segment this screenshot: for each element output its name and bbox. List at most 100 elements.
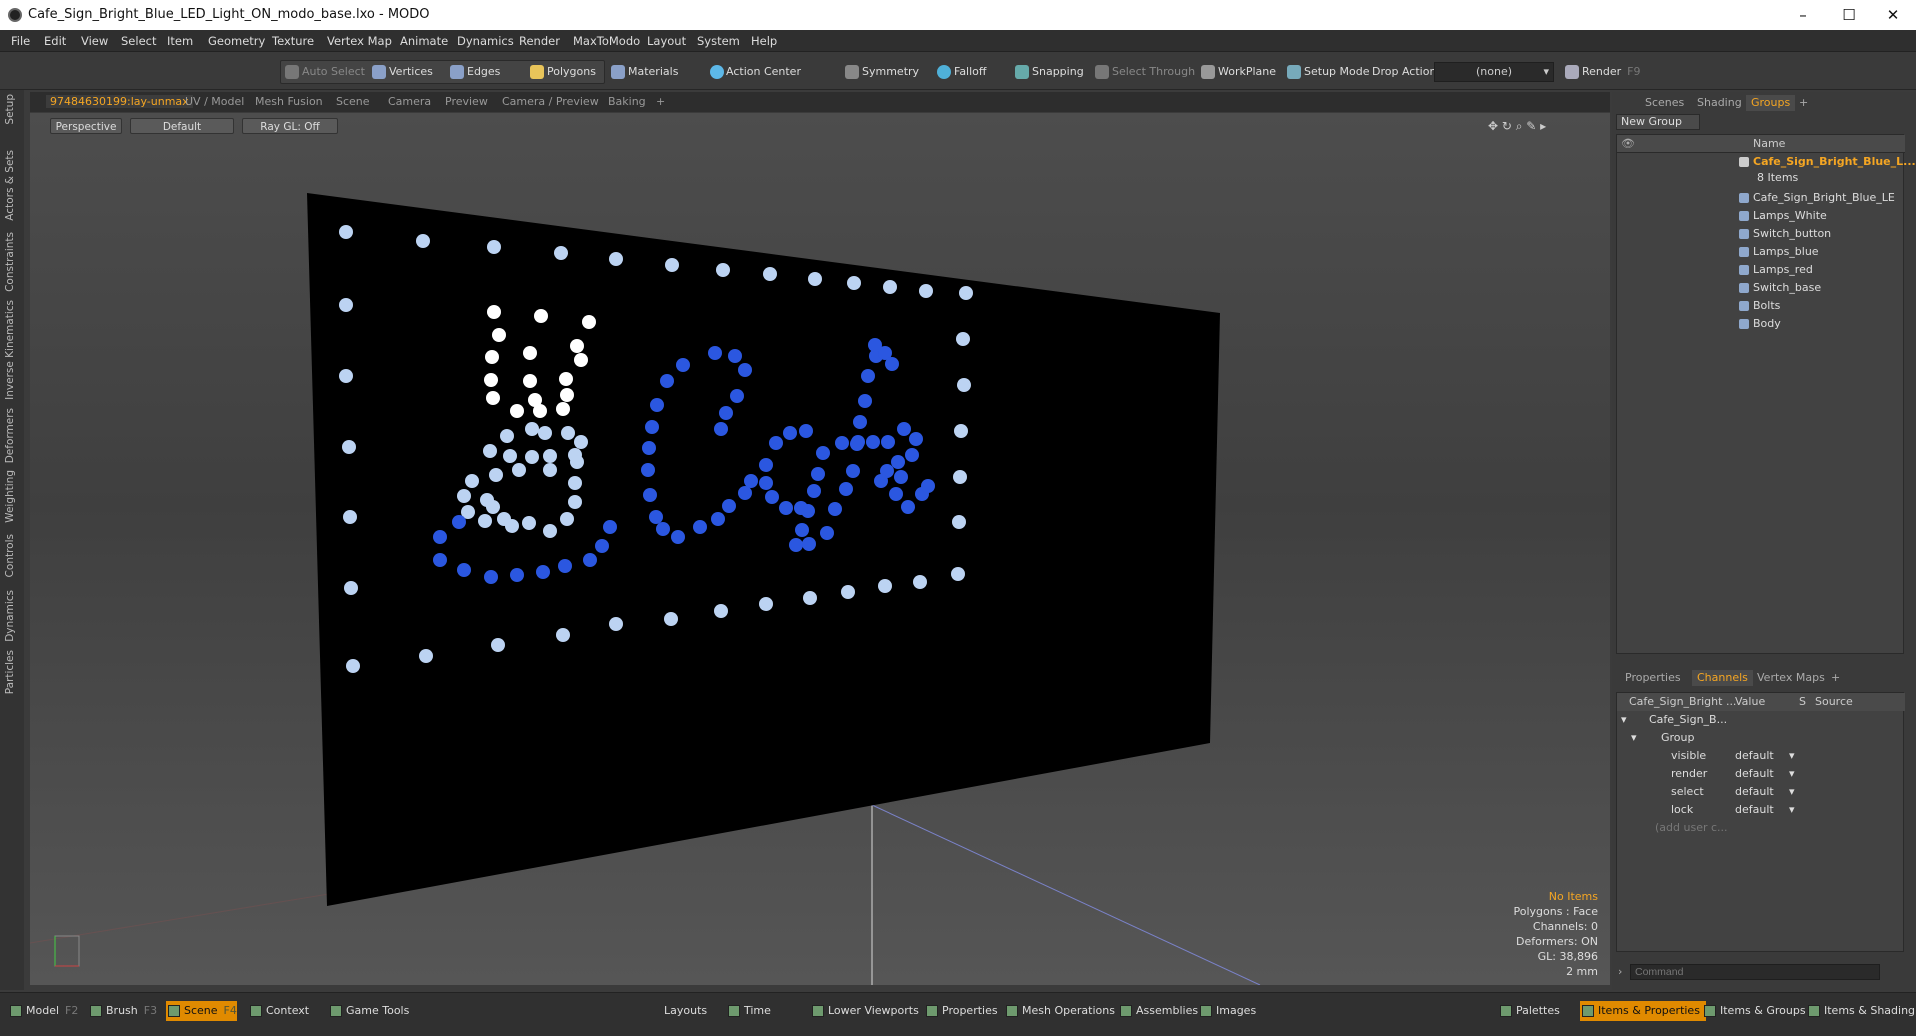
menu-animate[interactable]: Animate [400, 34, 448, 48]
tab-vertex-maps[interactable]: Vertex Maps [1752, 670, 1830, 686]
tab-scene[interactable]: Scene [336, 95, 370, 108]
expand-icon[interactable]: ▾ [1621, 711, 1627, 729]
auto-select-button[interactable]: Auto Select [282, 62, 365, 82]
layout-brush-button[interactable]: Brush F3 [88, 1001, 157, 1021]
items-groups-button[interactable]: Items & Groups [1702, 1001, 1806, 1021]
channel-group-row[interactable]: ▾ Group [1617, 729, 1905, 747]
chevron-down-icon[interactable]: ▾ [1789, 783, 1795, 801]
tab-properties[interactable]: Properties [1620, 670, 1686, 686]
tab-dynamics[interactable]: Dynamics [4, 590, 16, 642]
tab-groups[interactable]: Groups [1746, 95, 1796, 111]
add-tab-button[interactable]: + [656, 95, 665, 108]
tab-scenes[interactable]: Scenes [1640, 95, 1689, 111]
channel-value[interactable]: default [1735, 747, 1774, 765]
tab-weighting[interactable]: Weighting [4, 470, 16, 523]
group-child-row[interactable]: Switch_base [1617, 279, 1905, 297]
time-button[interactable]: Time [726, 1001, 771, 1021]
layouts-button[interactable]: Layouts [644, 1001, 707, 1021]
menu-vertex-map[interactable]: Vertex Map [327, 34, 392, 48]
tab-lay-unmax[interactable]: 97484630199:lay-unmax [46, 95, 193, 108]
menu-geometry[interactable]: Geometry [208, 34, 265, 48]
menu-help[interactable]: Help [751, 34, 777, 48]
channel-row[interactable]: visible default ▾ [1617, 747, 1905, 765]
add-user-channel[interactable]: (add user c... [1617, 819, 1905, 837]
new-group-button[interactable]: New Group [1616, 114, 1700, 130]
vertices-button[interactable]: Vertices [369, 62, 433, 82]
menu-file[interactable]: File [11, 34, 30, 48]
select-through-button[interactable]: Select Through [1092, 62, 1195, 82]
tab-actors-sets[interactable]: Actors & Sets [4, 150, 16, 221]
snapping-button[interactable]: Snapping [1012, 62, 1084, 82]
menu-layout[interactable]: Layout [647, 34, 686, 48]
tab-particles[interactable]: Particles [4, 650, 16, 694]
workplane-button[interactable]: WorkPlane [1198, 62, 1276, 82]
tab-deformers[interactable]: Deformers [4, 408, 16, 463]
menu-select[interactable]: Select [121, 34, 156, 48]
add-panel-tab[interactable]: + [1794, 95, 1813, 111]
expand-icon[interactable]: ▾ [1631, 729, 1637, 747]
chevron-down-icon[interactable]: ▾ [1789, 801, 1795, 819]
tab-camera[interactable]: Camera [388, 95, 431, 108]
render-button[interactable]: Render F9 [1562, 62, 1641, 82]
palettes-button[interactable]: Palettes [1498, 1001, 1560, 1021]
mesh-operations-button[interactable]: Mesh Operations [1004, 1001, 1115, 1021]
tab-uv-model[interactable]: UV / Model [185, 95, 244, 108]
menu-maxtomodo[interactable]: MaxToModo [573, 34, 640, 48]
tab-controls[interactable]: Controls [4, 534, 16, 577]
3d-viewport[interactable]: Perspective Default Ray GL: Off ✥ ↻ ⌕ ✎ … [30, 113, 1610, 985]
add-props-tab[interactable]: + [1826, 670, 1845, 686]
lower-viewports-button[interactable]: Lower Viewports [810, 1001, 919, 1021]
assemblies-button[interactable]: Assemblies [1118, 1001, 1198, 1021]
images-button[interactable]: Images [1198, 1001, 1256, 1021]
channel-row[interactable]: lock default ▾ [1617, 801, 1905, 819]
channel-value[interactable]: default [1735, 801, 1774, 819]
items-shading-button[interactable]: Items & Shading [1806, 1001, 1915, 1021]
layout-game-tools-button[interactable]: Game Tools [328, 1001, 409, 1021]
close-button[interactable]: ✕ [1870, 3, 1916, 27]
group-child-row[interactable]: Cafe_Sign_Bright_Blue_LE ... [1617, 189, 1905, 222]
group-child-row[interactable]: Lamps_blue [1617, 243, 1905, 261]
layout-model-button[interactable]: Model F2 [8, 1001, 78, 1021]
group-child-row[interactable]: Lamps_White [1617, 207, 1905, 225]
tab-channels[interactable]: Channels [1692, 670, 1753, 686]
tab-setup[interactable]: Setup [4, 94, 16, 125]
channel-root-row[interactable]: ▾ Cafe_Sign_B... [1617, 711, 1905, 729]
tab-inverse-kinematics[interactable]: Inverse Kinematics [4, 300, 16, 400]
chevron-down-icon[interactable]: ▾ [1789, 765, 1795, 783]
polygons-button[interactable]: Polygons [527, 62, 596, 82]
menu-render[interactable]: Render [519, 34, 560, 48]
action-center-button[interactable]: Action Center [690, 62, 801, 82]
channel-value[interactable]: default [1735, 765, 1774, 783]
menu-texture[interactable]: Texture [272, 34, 314, 48]
symmetry-button[interactable]: Symmetry [842, 62, 919, 82]
drop-action-select[interactable]: (none) ▾ [1434, 62, 1554, 82]
tab-baking[interactable]: Baking [608, 95, 646, 108]
channel-row[interactable]: render default ▾ [1617, 765, 1905, 783]
command-input[interactable] [1630, 964, 1880, 980]
minimize-button[interactable]: – [1780, 3, 1826, 27]
layout-context-button[interactable]: Context [248, 1001, 309, 1021]
materials-button[interactable]: Materials [608, 62, 678, 82]
maximize-button[interactable]: ☐ [1826, 3, 1872, 27]
falloff-button[interactable]: Falloff [934, 62, 986, 82]
edges-button[interactable]: Edges [447, 62, 500, 82]
group-child-row[interactable]: Lamps_red [1617, 261, 1905, 279]
menu-item[interactable]: Item [167, 34, 193, 48]
group-child-row[interactable]: Bolts [1617, 297, 1905, 315]
group-child-row[interactable]: Body [1617, 315, 1905, 333]
menu-edit[interactable]: Edit [44, 34, 66, 48]
menu-view[interactable]: View [81, 34, 108, 48]
tab-constraints[interactable]: Constraints [4, 232, 16, 292]
chevron-down-icon[interactable]: ▾ [1789, 747, 1795, 765]
tab-shading[interactable]: Shading [1692, 95, 1747, 111]
menu-system[interactable]: System [697, 34, 740, 48]
group-child-row[interactable]: Switch_button [1617, 225, 1905, 243]
tab-camera-preview[interactable]: Camera / Preview [502, 95, 599, 108]
tab-mesh-fusion[interactable]: Mesh Fusion [255, 95, 323, 108]
properties-button[interactable]: Properties [924, 1001, 998, 1021]
channel-row[interactable]: select default ▾ [1617, 783, 1905, 801]
items-properties-button[interactable]: Items & Properties [1580, 1001, 1706, 1021]
menu-dynamics[interactable]: Dynamics [457, 34, 514, 48]
tab-preview[interactable]: Preview [445, 95, 488, 108]
layout-scene-button[interactable]: Scene F4 [166, 1001, 237, 1021]
